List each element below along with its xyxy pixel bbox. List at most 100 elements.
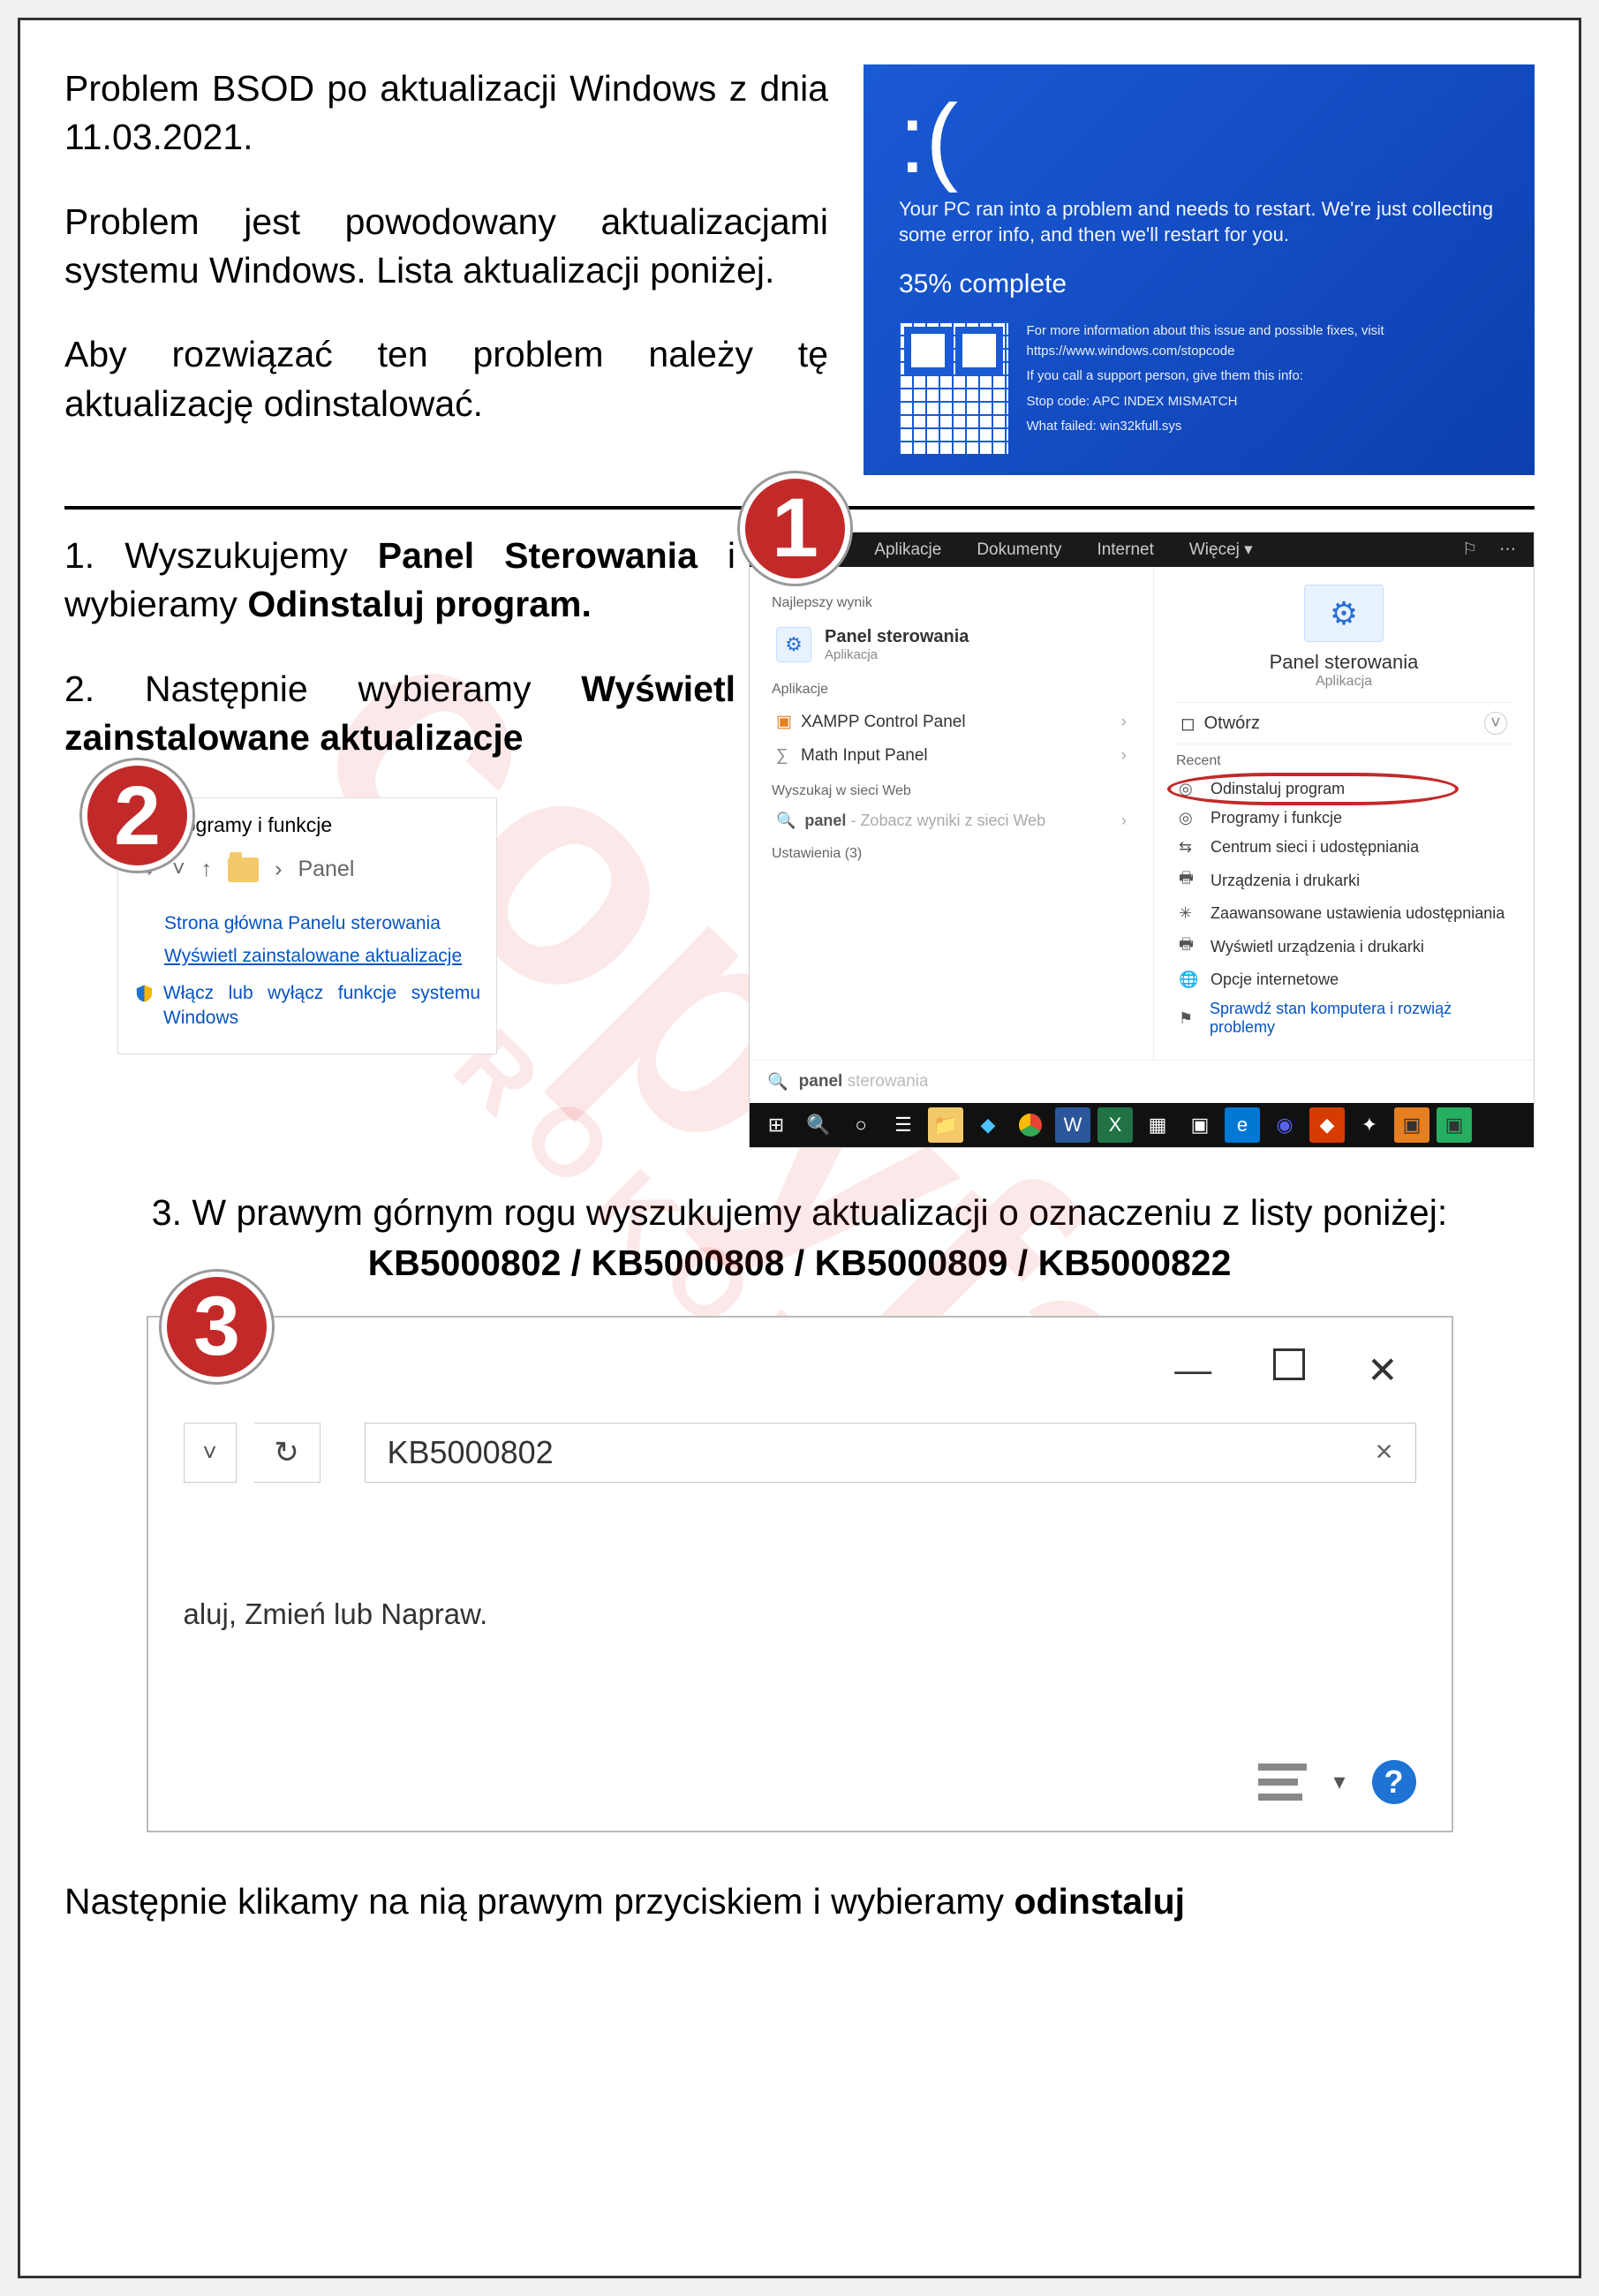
flag-icon: ⚑ [1179,1009,1199,1028]
close-icon[interactable]: ✕ [1367,1348,1398,1392]
search-field[interactable]: KB5000802 × [365,1423,1416,1483]
window-body-text: aluj, Zmień lub Napraw. [184,1597,1416,1631]
history-dropdown-icon[interactable]: ˅ [184,1423,237,1483]
best-match-item[interactable]: ⚙ Panel sterowania Aplikacja [772,618,1131,671]
recent-label: Recent [1176,753,1512,769]
chevron-right-icon: › [1121,713,1127,732]
cp-link-features[interactable]: Włącz lub wyłącz funkcje systemu Windows [163,981,480,1031]
nav-up-icon[interactable]: ˅ [172,855,185,885]
help-icon[interactable]: ? [1372,1760,1416,1804]
feedback-icon[interactable]: ⚐ [1462,540,1477,560]
windows-start-icon[interactable]: ⊞ [758,1107,794,1143]
step-2-text: 2. Następnie wybieramy Wyświetl zainstal… [64,665,735,763]
cp-link-home[interactable]: Strona główna Panelu sterowania [164,911,480,936]
chevron-down-icon[interactable]: ˅ [1484,712,1507,735]
web-search-row[interactable]: 🔍panel - Zobacz wyniki z sieci Web › [772,806,1131,835]
uninstall-icon: ◎ [1179,780,1200,798]
recent-uninstall-program[interactable]: ◎Odinstaluj program [1176,774,1512,804]
intro-p3: Aby rozwiązać ten problem należy tę aktu… [64,330,828,428]
updates-search-window: — ✕ ˅ ↻ KB5000802 × aluj, Zmień lub Napr… [147,1316,1453,1832]
search-icon[interactable]: 🔍 [801,1107,836,1143]
search-icon: 🔍 [767,1071,788,1092]
recent-item[interactable]: ⚑Sprawdź stan komputera i rozwiąż proble… [1176,994,1512,1042]
refresh-icon[interactable]: ↻ [254,1423,321,1483]
step-3-text: 3. W prawym górnym rogu wyszukujemy aktu… [64,1188,1535,1289]
qr-code-icon [899,321,1008,454]
nav-up-arrow-icon[interactable]: ↑ [201,855,213,885]
more-icon[interactable]: ⋯ [1499,540,1516,560]
app-icon[interactable]: ✦ [1352,1107,1387,1143]
explorer-icon[interactable]: 📁 [928,1107,963,1143]
app-icon[interactable]: ▦ [1140,1107,1175,1143]
app-math[interactable]: ∑Math Input Panel › [772,739,1131,773]
taskview-icon[interactable]: ☰ [886,1107,921,1143]
bsod-message: Your PC ran into a problem and needs to … [899,197,1499,247]
programs-icon: ◎ [1179,809,1200,827]
app-icon[interactable]: ◆ [970,1107,1006,1143]
tab-net[interactable]: Internet [1097,540,1153,560]
settings-label: Ustawienia (3) [772,846,1131,862]
chevron-right-icon: › [1121,746,1127,766]
recent-item[interactable]: ✳Zaawansowane ustawienia udostępniania [1176,899,1512,928]
devices-icon: 🖶 [1179,933,1200,960]
search-icon: 🔍 [776,812,796,829]
control-panel-large-icon: ⚙ [1304,585,1384,642]
intro-p2: Problem jest powodowany aktualizacjami s… [64,198,828,296]
step-badge-2: 2 [82,760,192,871]
start-menu-tabs: Wszystko Aplikacje Dokumenty Internet Wi… [750,532,1534,567]
intro-text: Problem BSOD po aktualizacji Windows z d… [64,64,828,464]
clear-icon[interactable]: × [1376,1435,1393,1469]
bsod-face-icon: :( [899,91,1499,188]
minimize-icon[interactable]: — [1174,1348,1211,1392]
web-label: Wyszukaj w sieci Web [772,783,1131,799]
recent-item[interactable]: ◎Programy i funkcje [1176,804,1512,833]
tab-apps[interactable]: Aplikacje [874,540,941,560]
chrome-icon[interactable] [1013,1107,1048,1143]
network-icon: ⇆ [1179,838,1200,857]
recent-item[interactable]: ⇆Centrum sieci i udostępniania [1176,833,1512,862]
step-badge-1: 1 [740,473,850,584]
intro-p1: Problem BSOD po aktualizacji Windows z d… [64,64,828,162]
best-match-label: Najlepszy wynik [772,595,1131,611]
shield-icon [134,981,155,1006]
control-panel-icon: ⚙ [776,627,811,662]
step-1-text: 1. Wyszukujemy Panel Sterowania i wybier… [64,532,735,630]
tab-more[interactable]: Więcej [1189,540,1253,560]
recent-item[interactable]: 🖶Wyświetl urządzenia i drukarki [1176,928,1512,965]
app-icon[interactable]: ◆ [1309,1107,1345,1143]
bsod-screenshot: :( Your PC ran into a problem and needs … [864,64,1535,475]
share-icon: ✳ [1179,904,1200,923]
internet-icon: 🌐 [1179,971,1200,989]
app-icon[interactable]: ▣ [1394,1107,1429,1143]
discord-icon[interactable]: ◉ [1267,1107,1302,1143]
recent-item[interactable]: 🌐Opcje internetowe [1176,965,1512,994]
result-header: ⚙ Panel sterowania Aplikacja [1176,585,1512,690]
open-action[interactable]: ◻ Otwórz ˅ [1176,702,1512,744]
dropdown-icon[interactable]: ▾ [1333,1768,1345,1795]
bsod-details: For more information about this issue an… [1026,321,1499,442]
word-icon[interactable]: W [1055,1107,1090,1143]
cortana-icon[interactable]: ○ [843,1107,879,1143]
cp-link-updates[interactable]: Wyświetl zainstalowane aktualizacje [164,944,480,969]
recent-item[interactable]: 🖶Urządzenia i drukarki [1176,862,1512,899]
maximize-icon[interactable] [1273,1348,1305,1380]
open-icon: ◻ [1180,713,1195,735]
excel-icon[interactable]: X [1097,1107,1133,1143]
app-xampp[interactable]: ▣XAMPP Control Panel › [772,705,1131,739]
apps-label: Aplikacje [772,682,1131,698]
start-menu: Wszystko Aplikacje Dokumenty Internet Wi… [749,532,1535,1148]
bsod-progress: 35% complete [899,269,1499,299]
edge-icon[interactable]: e [1225,1107,1260,1143]
step-badge-3: 3 [162,1272,272,1382]
devices-icon: 🖶 [1179,867,1200,894]
folder-icon [228,857,259,882]
taskbar: ⊞ 🔍 ○ ☰ 📁 ◆ W X ▦ ▣ e ◉ ◆ ✦ ▣ ▣ [750,1103,1534,1147]
chevron-right-icon: › [1121,812,1127,830]
search-input[interactable]: 🔍 panel sterowania [750,1060,1534,1103]
breadcrumb-nav: → ˅ ↑ › Panel [134,855,480,885]
app-icon[interactable]: ▣ [1437,1107,1472,1143]
app-icon[interactable]: ▣ [1182,1107,1218,1143]
final-instruction: Następnie klikamy na nią prawym przycisk… [64,1881,1535,1922]
tab-docs[interactable]: Dokumenty [977,540,1061,560]
view-options-icon[interactable] [1258,1764,1307,1801]
